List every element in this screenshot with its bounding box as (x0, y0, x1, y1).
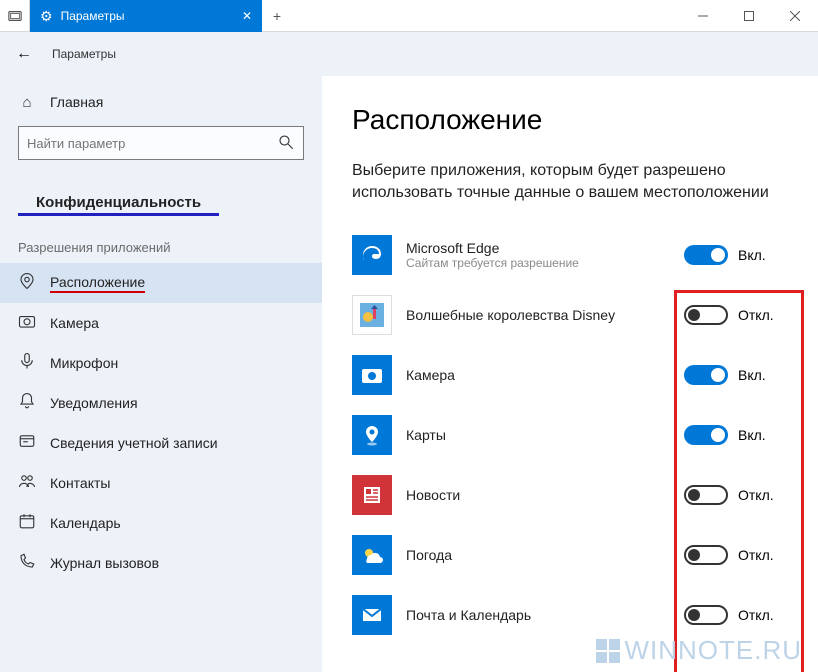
news-icon (352, 475, 392, 515)
app-row: Почта и Календарь Откл. (352, 585, 788, 645)
toggle-state-label: Откл. (738, 547, 774, 563)
tab-close-button[interactable]: ✕ (242, 9, 252, 23)
tab-label: Параметры (61, 9, 234, 23)
app-name: Карты (406, 427, 670, 443)
contacts-icon (18, 472, 36, 494)
search-box[interactable] (18, 126, 304, 160)
sidebar-item-bell[interactable]: Уведомления (0, 383, 322, 423)
sidebar-item-location[interactable]: Расположение (0, 263, 322, 303)
app-row: Волшебные королевства Disney Откл. (352, 285, 788, 345)
edge-icon (352, 235, 392, 275)
sidebar-item-label: Журнал вызовов (50, 555, 304, 571)
toggle-state-label: Вкл. (738, 427, 766, 443)
home-icon: ⌂ (18, 94, 36, 111)
toggle-state-label: Откл. (738, 487, 774, 503)
mail-icon (352, 595, 392, 635)
app-name: Погода (406, 547, 670, 563)
toggle-state-label: Вкл. (738, 367, 766, 383)
sidebar-item-label: Микрофон (50, 355, 304, 371)
mic-icon (18, 352, 36, 374)
sidebar-item-account[interactable]: Сведения учетной записи (0, 423, 322, 463)
sidebar-item-label: Камера (50, 315, 304, 331)
toggle-switch[interactable] (684, 365, 728, 385)
toggle-state-label: Откл. (738, 607, 774, 623)
sidebar-item-mic[interactable]: Микрофон (0, 343, 322, 383)
app-row: Карты Вкл. (352, 405, 788, 465)
app-row: Microsoft Edge Сайтам требуется разрешен… (352, 225, 788, 285)
sidebar-item-label: Контакты (50, 475, 304, 491)
sidebar-item-label: Главная (50, 94, 304, 110)
search-icon (277, 133, 295, 154)
header: ← Параметры (0, 32, 818, 76)
bell-icon (18, 392, 36, 414)
app-name: Волшебные королевства Disney (406, 307, 670, 323)
calendar-icon (18, 512, 36, 534)
app-row: Погода Откл. (352, 525, 788, 585)
task-view-button[interactable] (0, 0, 30, 31)
app-list: Microsoft Edge Сайтам требуется разрешен… (352, 225, 788, 645)
page-title: Расположение (352, 104, 788, 136)
sidebar-item-contacts[interactable]: Контакты (0, 463, 322, 503)
search-input[interactable] (27, 136, 277, 151)
toggle-switch[interactable] (684, 485, 728, 505)
app-subtitle: Сайтам требуется разрешение (406, 256, 670, 270)
maps-icon (352, 415, 392, 455)
weather-icon (352, 535, 392, 575)
app-row: Камера Вкл. (352, 345, 788, 405)
toggle-switch[interactable] (684, 245, 728, 265)
tab-settings[interactable]: ⚙ Параметры ✕ (30, 0, 262, 32)
disney-icon (352, 295, 392, 335)
maximize-button[interactable] (726, 0, 772, 31)
app-name: Новости (406, 487, 670, 503)
toggle-switch[interactable] (684, 605, 728, 625)
account-icon (18, 432, 36, 454)
toggle-switch[interactable] (684, 425, 728, 445)
sidebar-item-label: Календарь (50, 515, 304, 531)
app-name: Камера (406, 367, 670, 383)
sidebar-item-label: Уведомления (50, 395, 304, 411)
sidebar-item-label: Расположение (50, 274, 304, 293)
toggle-switch[interactable] (684, 545, 728, 565)
sidebar-item-calllog[interactable]: Журнал вызовов (0, 543, 322, 583)
breadcrumb: Параметры (52, 47, 116, 61)
toggle-state-label: Вкл. (738, 247, 766, 263)
camera-icon (18, 312, 36, 334)
toggle-switch[interactable] (684, 305, 728, 325)
minimize-button[interactable] (680, 0, 726, 31)
sidebar: ⌂ Главная Конфиденциальность Разрешения … (0, 76, 322, 672)
location-icon (18, 272, 36, 294)
sidebar-item-calendar[interactable]: Календарь (0, 503, 322, 543)
back-button[interactable]: ← (16, 45, 32, 63)
titlebar: ⚙ Параметры ✕ + (0, 0, 818, 32)
main-panel: Расположение Выберите приложения, которы… (322, 76, 818, 672)
gear-icon: ⚙ (40, 8, 53, 25)
section-title-privacy: Конфиденциальность (18, 182, 219, 216)
page-subtitle: Выберите приложения, которым будет разре… (352, 160, 782, 205)
sidebar-item-label: Сведения учетной записи (50, 435, 304, 451)
app-name: Microsoft Edge (406, 240, 670, 256)
close-button[interactable] (772, 0, 818, 31)
app-row: Новости Откл. (352, 465, 788, 525)
calllog-icon (18, 552, 36, 574)
sidebar-item-camera[interactable]: Камера (0, 303, 322, 343)
camera-app-icon (352, 355, 392, 395)
app-name: Почта и Календарь (406, 607, 670, 623)
new-tab-button[interactable]: + (262, 0, 292, 31)
sidebar-item-home[interactable]: ⌂ Главная (0, 82, 322, 122)
toggle-state-label: Откл. (738, 307, 774, 323)
group-title-app-permissions: Разрешения приложений (0, 216, 322, 263)
